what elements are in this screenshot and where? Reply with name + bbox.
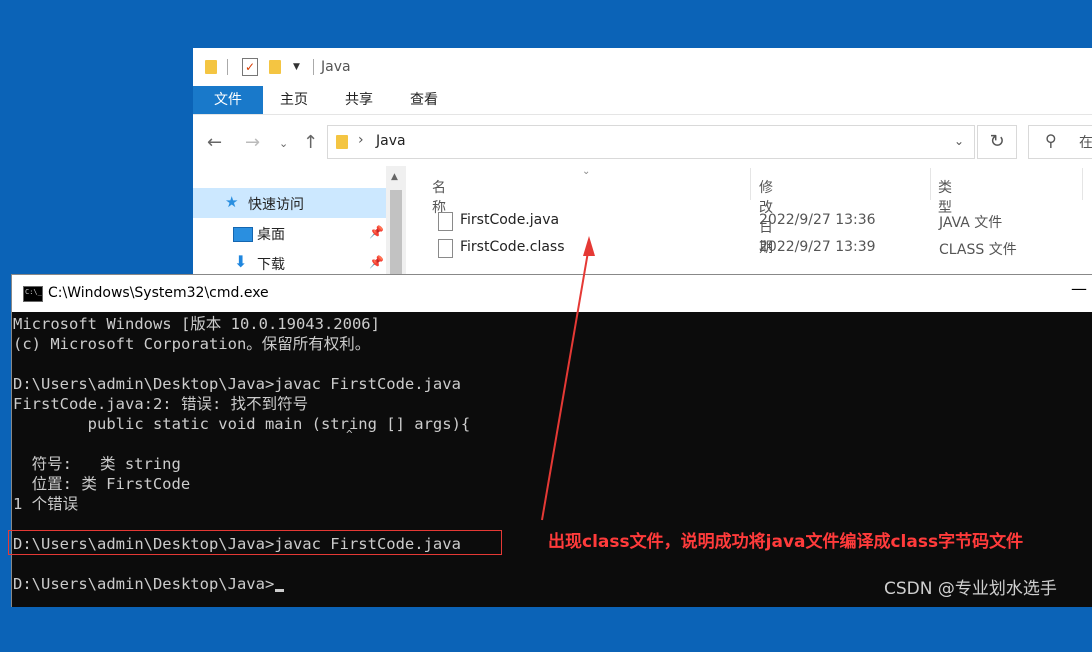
console-line: 符号: 类 string (13, 455, 181, 473)
command-prompt-window: C:\Windows\System32\cmd.exe — Microsoft … (11, 274, 1092, 607)
tab-share[interactable]: 共享 (345, 86, 373, 114)
tab-view[interactable]: 查看 (410, 86, 438, 114)
pin-icon[interactable]: 📌 (369, 255, 384, 269)
navigation-pane: ★ 快速访问 桌面 📌 ⬇ 下载 📌 (193, 166, 386, 288)
file-name: FirstCode.class (460, 239, 565, 255)
toolbar-divider (227, 59, 228, 75)
console-line: 1 个错误 (13, 495, 79, 513)
search-icon: ⚲ (1045, 131, 1057, 150)
customize-toolbar-dropdown-icon[interactable]: ▼ (293, 62, 300, 72)
properties-check-icon[interactable]: ✓ (242, 58, 258, 76)
cmd-title-bar[interactable]: C:\Windows\System32\cmd.exe — (12, 275, 1092, 312)
file-row[interactable]: FirstCode.class 2022/9/27 13:39 CLASS 文件 (406, 236, 1092, 262)
star-icon: ★ (225, 193, 239, 211)
text-cursor (275, 589, 285, 592)
file-date: 2022/9/27 13:36 (759, 212, 876, 228)
file-date: 2022/9/27 13:39 (759, 239, 876, 255)
highlight-box (8, 530, 502, 555)
breadcrumb-java[interactable]: Java (376, 133, 406, 149)
ribbon-divider (193, 114, 1092, 115)
sidebar-item-label: 桌面 (257, 227, 285, 243)
console-line: public static void main (string [] args)… (13, 415, 471, 433)
address-bar[interactable]: › Java ⌄ (327, 125, 975, 159)
toolbar-divider (313, 59, 314, 75)
download-icon: ⬇ (234, 252, 248, 271)
tab-file[interactable]: 文件 (193, 86, 263, 114)
folder-icon (205, 60, 217, 74)
annotation-text: 出现class文件，说明成功将java文件编译成class字节码文件 (548, 532, 1024, 552)
file-name: FirstCode.java (460, 212, 560, 228)
column-divider[interactable] (930, 168, 931, 200)
console-line: (c) Microsoft Corporation。保留所有权利。 (13, 335, 371, 353)
new-folder-icon[interactable] (269, 60, 281, 74)
console-line: D:\Users\admin\Desktop\Java>javac FirstC… (13, 375, 461, 393)
console-line: 位置: 类 FirstCode (13, 475, 191, 493)
back-arrow-icon[interactable]: ← (207, 132, 222, 153)
sort-chevron-icon: ⌄ (582, 166, 591, 177)
sidebar-item-desktop[interactable]: 桌面 📌 (193, 218, 386, 248)
up-arrow-icon[interactable]: ↑ (303, 132, 318, 153)
minimize-icon[interactable]: — (1071, 279, 1087, 298)
column-divider[interactable] (1082, 168, 1083, 200)
console-line: Microsoft Windows [版本 10.0.19043.2006] (13, 315, 380, 333)
ribbon-tabs: 文件 主页 共享 查看 (193, 86, 1092, 114)
error-caret: ^ (346, 428, 353, 441)
console-line: FirstCode.java:2: 错误: 找不到符号 (13, 395, 309, 413)
console-prompt-line[interactable]: D:\Users\admin\Desktop\Java> (13, 574, 285, 594)
recent-locations-chevron-icon[interactable]: ⌄ (279, 137, 288, 150)
file-list: ⌄ 名称 修改日期 类型 FirstCode.java 2022/9/27 13… (406, 166, 1092, 288)
folder-icon (336, 135, 348, 149)
scroll-up-icon[interactable]: ▲ (391, 172, 398, 182)
search-placeholder: 在 (1079, 135, 1092, 151)
desktop-icon (233, 227, 253, 242)
sidebar-item-label: 下载 (257, 257, 285, 273)
pin-icon[interactable]: 📌 (369, 225, 384, 239)
watermark: CSDN @专业划水选手 (884, 579, 1057, 599)
column-divider[interactable] (750, 168, 751, 200)
refresh-button[interactable]: ↻ (977, 125, 1017, 159)
prompt-text: D:\Users\admin\Desktop\Java> (13, 575, 275, 593)
navigation-bar: ← → ⌄ ↑ › Java ⌄ ↻ ⚲ 在 (193, 122, 1092, 162)
sidebar-item-label: 快速访问 (248, 197, 304, 213)
file-icon (438, 212, 453, 231)
cmd-window-title: C:\Windows\System32\cmd.exe (48, 285, 269, 301)
console-output[interactable]: Microsoft Windows [版本 10.0.19043.2006] (… (12, 312, 1092, 607)
window-title: Java (321, 59, 351, 75)
file-type: CLASS 文件 (939, 242, 1017, 258)
file-explorer-window: ✓ ▼ Java 文件 主页 共享 查看 ← → ⌄ ↑ › Java ⌄ ↻ … (193, 48, 1092, 288)
navigation-scrollbar[interactable]: ▲ (386, 166, 406, 288)
forward-arrow-icon[interactable]: → (245, 132, 260, 153)
quick-access-toolbar: ✓ ▼ Java (193, 48, 1092, 86)
breadcrumb-chevron-icon[interactable]: › (358, 132, 364, 148)
address-dropdown-icon[interactable]: ⌄ (954, 134, 964, 148)
search-input[interactable]: ⚲ 在 (1028, 125, 1092, 159)
file-row[interactable]: FirstCode.java 2022/9/27 13:36 JAVA 文件 (406, 209, 1092, 235)
tab-home[interactable]: 主页 (280, 86, 308, 114)
sidebar-item-quick-access[interactable]: ★ 快速访问 (193, 188, 386, 218)
file-type: JAVA 文件 (939, 215, 1003, 231)
file-icon (438, 239, 453, 258)
cmd-app-icon (23, 286, 43, 302)
